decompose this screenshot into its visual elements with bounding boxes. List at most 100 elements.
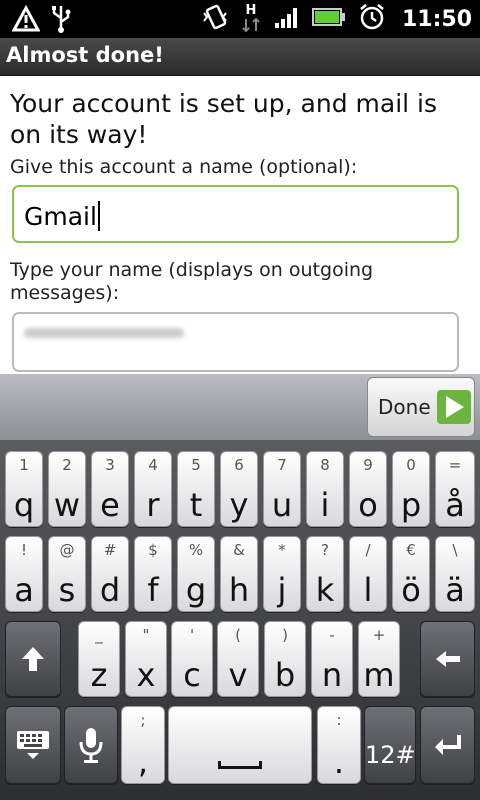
key-label: v xyxy=(228,656,248,694)
key-o[interactable]: 9o xyxy=(349,451,387,527)
key-alt-label: & xyxy=(233,541,245,559)
backspace-key[interactable] xyxy=(420,621,475,697)
key-alt-label: $ xyxy=(148,541,158,559)
your-name-field[interactable] xyxy=(12,312,459,372)
key-m[interactable]: + m xyxy=(358,621,400,697)
voice-input-key[interactable] xyxy=(64,706,118,784)
key-alt-label: ; xyxy=(140,711,146,729)
key-alt-label: = xyxy=(448,456,462,474)
keyboard-icon xyxy=(6,707,60,783)
key-c[interactable]: ' c xyxy=(171,621,213,697)
key-a-ring[interactable]: = å xyxy=(435,451,475,527)
key-label: o xyxy=(358,486,378,524)
key-i[interactable]: 8i xyxy=(306,451,344,527)
key-label: a xyxy=(14,571,34,609)
keyboard: 1q 2w 3e 4r 5t 6y 7u 8i 9o 0p = å ! a @ s #… xyxy=(0,440,480,800)
key-alt-label: € xyxy=(406,541,416,559)
key-v[interactable]: (v xyxy=(217,621,259,697)
key-f[interactable]: $ f xyxy=(134,536,172,612)
enter-key[interactable] xyxy=(420,706,475,784)
key-g[interactable]: % g xyxy=(177,536,215,612)
key-label: u xyxy=(271,486,293,524)
shift-key[interactable] xyxy=(5,621,61,697)
redacted-name xyxy=(24,328,184,338)
key-j[interactable]: * j xyxy=(263,536,301,612)
key-p[interactable]: 0p xyxy=(392,451,430,527)
key-label: r xyxy=(146,486,160,524)
key-l[interactable]: / l xyxy=(349,536,387,612)
account-name-field[interactable]: Gmail xyxy=(12,185,459,243)
key-label: g xyxy=(185,571,207,609)
key-h[interactable]: & h xyxy=(220,536,258,612)
account-name-label: Give this account a name (optional): xyxy=(10,156,358,178)
key-alt-label: 9 xyxy=(363,456,373,474)
key-alt-label: + xyxy=(372,626,386,644)
key-z[interactable]: _ z xyxy=(78,621,120,697)
key-alt-label: 5 xyxy=(191,456,201,474)
account-setup-form: Your account is set up, and mail is on i… xyxy=(0,76,480,374)
key-alt-label: ( xyxy=(235,626,241,644)
status-time: 11:50 xyxy=(401,6,472,32)
key-label: e xyxy=(100,486,120,524)
key-q[interactable]: 1q xyxy=(5,451,43,527)
key-label: z xyxy=(90,656,108,694)
arrow-right-icon xyxy=(436,390,471,424)
key-x[interactable]: " x xyxy=(125,621,167,697)
key-w[interactable]: 2w xyxy=(48,451,86,527)
done-button[interactable]: Done xyxy=(367,377,475,437)
key-u[interactable]: 7u xyxy=(263,451,301,527)
key-label: 12# xyxy=(365,741,416,769)
key-o-umlaut[interactable]: € ö xyxy=(392,536,430,612)
alarm-icon xyxy=(358,3,386,35)
key-label: x xyxy=(136,656,156,694)
done-label: Done xyxy=(378,395,431,419)
key-alt-label: 2 xyxy=(62,456,72,474)
key-alt-label: ? xyxy=(321,541,329,559)
key-alt-label: " xyxy=(142,626,150,644)
key-comma[interactable]: ;, xyxy=(121,706,165,784)
key-k[interactable]: ? k xyxy=(306,536,344,612)
key-a[interactable]: ! a xyxy=(5,536,43,612)
key-n[interactable]: -n xyxy=(311,621,353,697)
key-alt-label: 8 xyxy=(320,456,330,474)
key-label: t xyxy=(189,486,203,524)
key-label: ä xyxy=(445,571,465,609)
space-icon xyxy=(218,761,262,769)
microphone-icon xyxy=(65,707,117,783)
key-s[interactable]: @ s xyxy=(48,536,86,612)
enter-icon xyxy=(421,707,474,783)
backspace-icon xyxy=(421,622,474,696)
vibrate-icon xyxy=(202,3,228,35)
key-alt-label: 0 xyxy=(406,456,416,474)
key-label: , xyxy=(137,743,149,781)
key-t[interactable]: 5t xyxy=(177,451,215,527)
key-label: i xyxy=(320,486,330,524)
key-alt-label: - xyxy=(329,626,335,644)
keyboard-hide-key[interactable] xyxy=(5,706,61,784)
key-label: ö xyxy=(401,571,421,609)
key-e[interactable]: 3e xyxy=(91,451,129,527)
space-key[interactable] xyxy=(168,706,312,784)
numbers-key[interactable]: 12# xyxy=(364,706,416,784)
key-d[interactable]: # d xyxy=(91,536,129,612)
key-label: b xyxy=(274,656,296,694)
key-alt-label: 1 xyxy=(19,456,29,474)
battery-icon xyxy=(311,7,346,31)
key-label: k xyxy=(315,571,335,609)
key-b[interactable]: ) b xyxy=(264,621,306,697)
key-label: j xyxy=(277,571,287,609)
signal-icon xyxy=(274,5,300,33)
key-y[interactable]: 6y xyxy=(220,451,258,527)
key-alt-label: 6 xyxy=(234,456,244,474)
key-r[interactable]: 4r xyxy=(134,451,172,527)
key-period[interactable]: :. xyxy=(317,706,361,784)
setup-heading: Your account is set up, and mail is on i… xyxy=(10,89,438,149)
key-alt-label: @ xyxy=(59,541,75,559)
key-alt-label: % xyxy=(188,541,204,559)
key-label: w xyxy=(53,486,81,524)
account-name-value: Gmail xyxy=(24,202,97,231)
key-a-umlaut[interactable]: \ ä xyxy=(435,536,475,612)
key-alt-label: : xyxy=(336,711,342,729)
key-alt-label: 7 xyxy=(277,456,287,474)
status-bar: H 11:50 xyxy=(0,0,480,38)
